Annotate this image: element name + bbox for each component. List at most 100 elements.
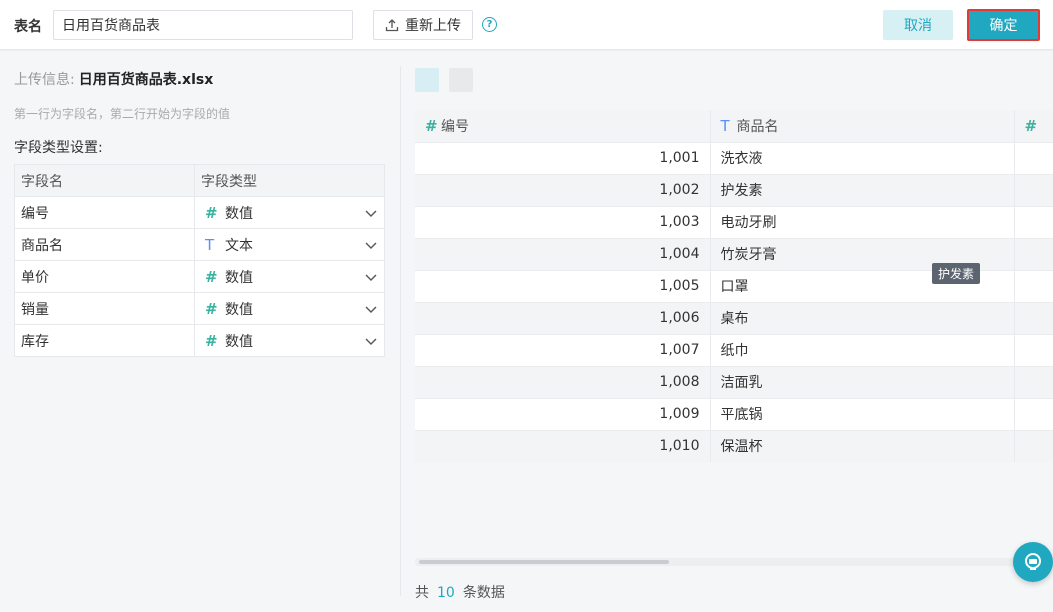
name-cell: 电动牙刷 — [710, 206, 1015, 239]
field-type-value: 数值 — [225, 269, 253, 286]
upload-info-label: 上传信息: — [14, 72, 75, 88]
row-count: 10 — [437, 585, 455, 601]
cancel-button[interactable]: 取消 — [883, 10, 953, 40]
field-type-value: 文本 — [225, 237, 253, 254]
cell — [1014, 366, 1053, 399]
chevron-down-icon[interactable] — [364, 238, 378, 252]
field-type-select[interactable]: # 数值 — [194, 324, 385, 357]
cell — [1014, 270, 1053, 303]
view-toggle-button[interactable] — [449, 68, 473, 92]
id-cell: 1,009 — [415, 398, 711, 431]
field-name: 编号 — [14, 196, 195, 229]
upload-info: 上传信息: 日用百货商品表.xlsx — [14, 69, 213, 89]
column-header-id[interactable]: # 编号 — [415, 110, 711, 143]
hash-icon: # — [425, 116, 438, 135]
data-preview-panel: # 编号 T 商品名 # 1,001 洗衣液 1,002 护发素 1,003 电动牙刷 1… — [401, 51, 1053, 612]
table-name-label: 表名 — [14, 19, 42, 35]
data-preview-table-container[interactable]: # 编号 T 商品名 # 1,001 洗衣液 1,002 护发素 1,003 电动牙刷 1… — [415, 110, 1053, 462]
cell — [1014, 142, 1053, 175]
footer-prefix: 共 — [415, 585, 429, 601]
field-type-select[interactable]: # 数值 — [194, 260, 385, 293]
chevron-down-icon[interactable] — [364, 206, 378, 220]
scrollbar-thumb[interactable] — [419, 560, 669, 564]
reupload-button[interactable]: 重新上传 — [373, 10, 473, 40]
field-settings-panel: 上传信息: 日用百货商品表.xlsx 第一行为字段名，第二行开始为字段的值 字段类… — [0, 51, 400, 612]
cell — [1014, 238, 1053, 271]
help-icon[interactable]: ? — [482, 17, 497, 32]
id-cell: 1,007 — [415, 334, 711, 367]
table-row: 1,003 电动牙刷 — [415, 206, 1053, 239]
hash-icon: # — [205, 203, 218, 222]
field-type-value: 数值 — [225, 301, 253, 318]
name-cell: 桌布 — [710, 302, 1015, 335]
name-cell: 护发素 — [710, 174, 1015, 207]
field-row: 单价 # 数值 — [14, 260, 385, 293]
field-name: 商品名 — [14, 228, 195, 261]
table-row: 1,009 平底锅 — [415, 398, 1053, 431]
data-preview-table: # 编号 T 商品名 # 1,001 洗衣液 1,002 护发素 1,003 电动牙刷 1… — [415, 110, 1053, 462]
field-type-setting-label: 字段类型设置: — [14, 140, 103, 156]
table-row: 1,007 纸巾 — [415, 334, 1053, 367]
table-row: 1,010 保温杯 — [415, 430, 1053, 462]
cell — [1014, 174, 1053, 207]
upload-icon — [385, 19, 399, 32]
hash-icon: # — [205, 267, 218, 286]
column-header-label: 编号 — [441, 118, 469, 135]
chat-support-button[interactable] — [1013, 542, 1053, 582]
name-cell: 洁面乳 — [710, 366, 1015, 399]
reupload-label: 重新上传 — [405, 18, 461, 34]
top-bar: 表名 重新上传 ? 取消 确定 — [0, 0, 1053, 50]
field-type-select[interactable]: T 文本 — [194, 228, 385, 261]
id-cell: 1,008 — [415, 366, 711, 399]
id-cell: 1,003 — [415, 206, 711, 239]
table-row: 1,008 洁面乳 — [415, 366, 1053, 399]
cell — [1014, 206, 1053, 239]
field-type-select[interactable]: # 数值 — [194, 292, 385, 325]
column-header-next[interactable]: # — [1014, 110, 1053, 143]
field-row: 编号 # 数值 — [14, 196, 385, 229]
field-type-value: 数值 — [225, 205, 253, 222]
chevron-down-icon[interactable] — [364, 270, 378, 284]
chevron-down-icon[interactable] — [364, 302, 378, 316]
chat-icon — [1025, 553, 1041, 570]
column-header-field-type: 字段类型 — [194, 164, 385, 197]
row-count-footer: 共 10 条数据 — [415, 582, 505, 602]
cell-tooltip: 护发素 — [932, 263, 981, 284]
cell — [1014, 430, 1053, 462]
cell — [1014, 302, 1053, 335]
table-row: 1,006 桌布 — [415, 302, 1053, 335]
field-row: 库存 # 数值 — [14, 324, 385, 357]
text-t-icon: T — [205, 235, 215, 254]
text-t-icon: T — [720, 116, 730, 135]
hash-icon: # — [205, 299, 218, 318]
confirm-button[interactable]: 确定 — [967, 9, 1040, 41]
view-toggle-button[interactable] — [415, 68, 439, 92]
hash-icon: # — [205, 331, 218, 350]
column-header-label: 商品名 — [736, 118, 779, 135]
field-name: 单价 — [14, 260, 195, 293]
chevron-down-icon[interactable] — [364, 334, 378, 348]
field-type-table: 字段名 字段类型 编号 # 数值 商品名 T 文本 单价 # 数值 销量 # 数值 库存 — [14, 164, 385, 357]
column-header-field-name: 字段名 — [14, 164, 195, 197]
table-row: 1,002 护发素 — [415, 174, 1053, 207]
cell — [1014, 398, 1053, 431]
footer-suffix: 条数据 — [462, 585, 505, 601]
cell — [1014, 334, 1053, 367]
id-cell: 1,006 — [415, 302, 711, 335]
field-type-value: 数值 — [225, 333, 253, 350]
id-cell: 1,010 — [415, 430, 711, 462]
upload-file-name: 日用百货商品表.xlsx — [78, 72, 214, 88]
id-cell: 1,005 — [415, 270, 711, 303]
field-row: 商品名 T 文本 — [14, 228, 385, 261]
name-cell: 平底锅 — [710, 398, 1015, 431]
horizontal-scrollbar[interactable] — [415, 558, 1035, 566]
id-cell: 1,002 — [415, 174, 711, 207]
field-type-select[interactable]: # 数值 — [194, 196, 385, 229]
field-row: 销量 # 数值 — [14, 292, 385, 325]
header-row-hint: 第一行为字段名，第二行开始为字段的值 — [14, 107, 231, 121]
table-row: 1,001 洗衣液 — [415, 142, 1053, 175]
name-cell: 保温杯 — [710, 430, 1015, 462]
table-name-input[interactable] — [53, 10, 353, 40]
name-cell: 纸巾 — [710, 334, 1015, 367]
column-header-product-name[interactable]: T 商品名 — [710, 110, 1015, 143]
